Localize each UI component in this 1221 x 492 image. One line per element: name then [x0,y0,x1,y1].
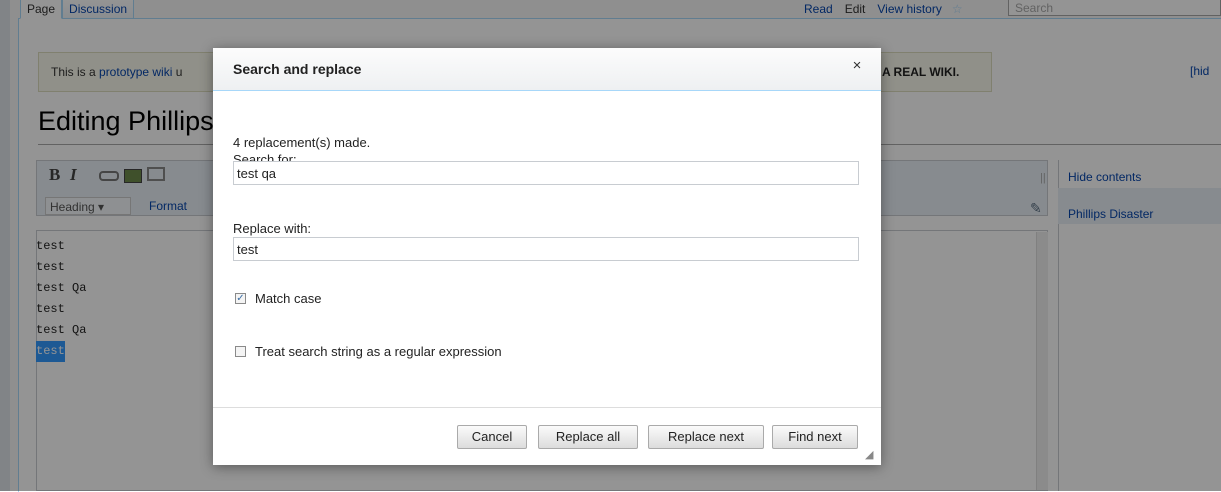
resize-grip-icon[interactable]: ◢ [865,448,879,462]
dialog-title: Search and replace [233,61,362,77]
replace-next-button[interactable]: Replace next [648,425,764,449]
replace-all-button[interactable]: Replace all [538,425,638,449]
search-replace-dialog: Search and replace × 4 replacement(s) ma… [213,48,881,465]
regex-checkbox[interactable] [235,346,246,357]
match-case-row[interactable]: ✓ Match case [235,291,321,306]
replace-label: Replace with: [233,221,312,236]
regex-row[interactable]: Treat search string as a regular express… [235,344,502,359]
match-case-label[interactable]: Match case [255,291,321,306]
close-icon[interactable]: × [847,56,867,76]
regex-label[interactable]: Treat search string as a regular express… [255,344,502,359]
find-next-button[interactable]: Find next [772,425,858,449]
replace-field[interactable] [233,237,859,261]
dialog-footer-divider [213,407,881,408]
dialog-titlebar[interactable]: Search and replace × [213,48,881,91]
search-field[interactable] [233,161,859,185]
cancel-button[interactable]: Cancel [457,425,527,449]
match-case-checkbox[interactable]: ✓ [235,293,246,304]
replacement-status: 4 replacement(s) made. [233,135,371,150]
